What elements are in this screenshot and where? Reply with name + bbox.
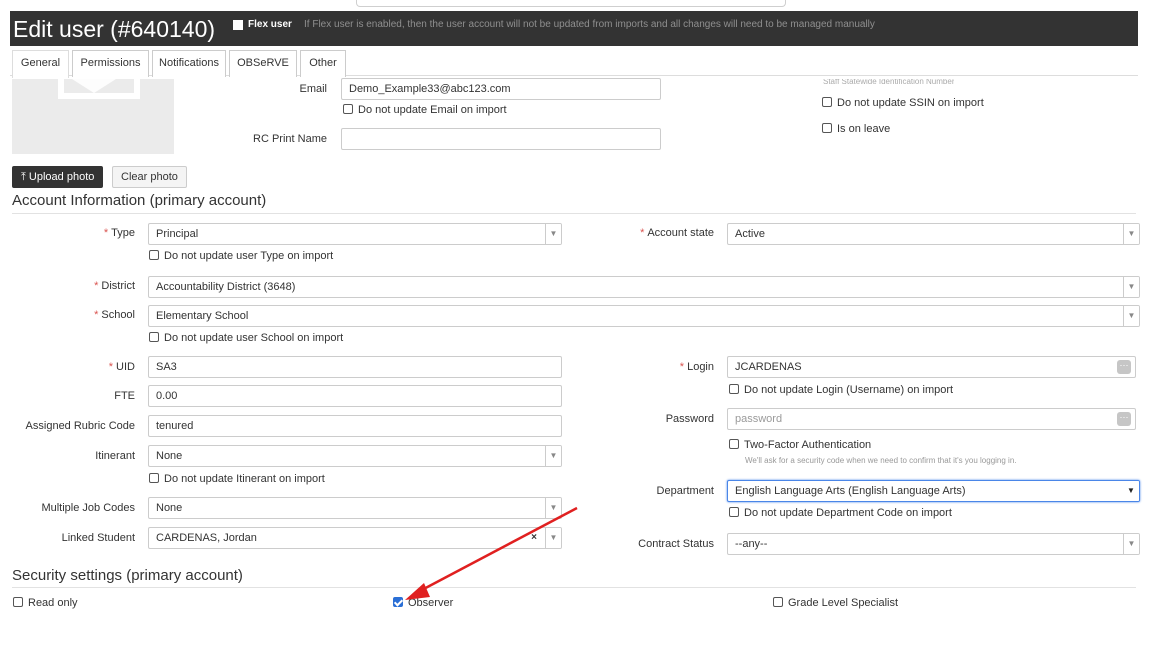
annotation-arrow-icon (405, 506, 578, 600)
